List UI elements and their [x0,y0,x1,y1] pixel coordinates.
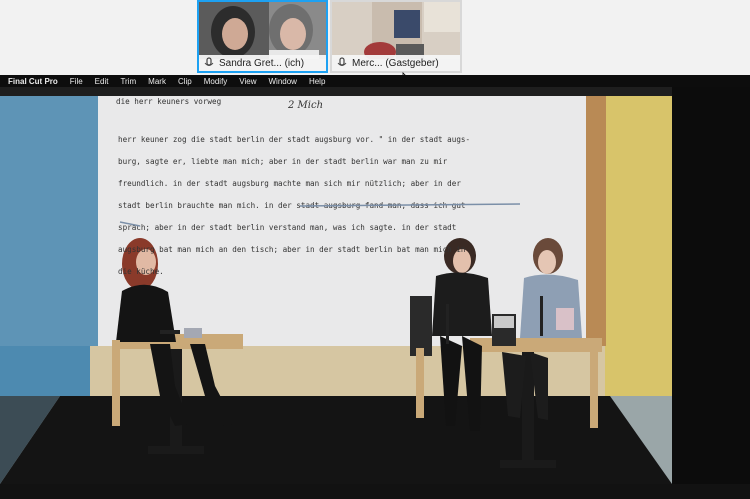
participant-tile-host[interactable]: Merc... (Gastgeber) [330,0,462,73]
menu-trim[interactable]: Trim [120,77,136,86]
participant-video [199,2,326,59]
menu-mark[interactable]: Mark [148,77,166,86]
projection-line: burg, sagte er, liebte man mich; aber in… [118,157,448,166]
participant-tile-self[interactable]: Sandra Gret... (ich) [197,0,328,73]
projection-line: sprach; aber in der stadt berlin verstan… [118,223,456,232]
shared-video[interactable]: die herr keuners vorweg 2 Mich herr keun… [0,96,672,484]
participant-strip: Sandra Gret... (ich) Merc... (Gastgeber) [0,0,750,84]
menu-file[interactable]: File [70,77,83,86]
projection-line: herr keuner zog die stadt berlin der sta… [118,135,470,144]
menu-clip[interactable]: Clip [178,77,192,86]
microphone-icon[interactable] [336,57,348,69]
projection-line: die küche. [118,267,164,276]
participant-name: Merc... [352,57,383,69]
participant-name: Sandra Gret... [219,57,282,69]
right-panel [672,87,750,484]
menu-bar: Final Cut Pro File Edit Trim Mark Clip M… [0,75,750,87]
menu-modify[interactable]: Modify [204,77,228,86]
bottom-bar [0,484,750,499]
participant-tag: (ich) [284,57,305,69]
participant-video [332,2,460,62]
menu-view[interactable]: View [239,77,256,86]
projection-header-left: die herr keuners vorweg [116,97,221,106]
video-scene: die herr keuners vorweg 2 Mich herr keun… [0,96,672,484]
menu-edit[interactable]: Edit [95,77,109,86]
participant-label: Sandra Gret... (ich) [199,55,326,71]
microphone-icon[interactable] [203,57,215,69]
app-name[interactable]: Final Cut Pro [8,77,58,86]
menu-window[interactable]: Window [269,77,297,86]
projection-line: freundlich. in der stadt augsburg machte… [118,179,461,188]
projection-header-right: 2 Mich [287,100,323,111]
menu-help[interactable]: Help [309,77,325,86]
projection-line: augsburg bat man mich an den tisch; aber… [118,245,465,254]
participant-tag: (Gastgeber) [385,57,439,69]
participant-label: Merc... (Gastgeber) [332,55,460,71]
